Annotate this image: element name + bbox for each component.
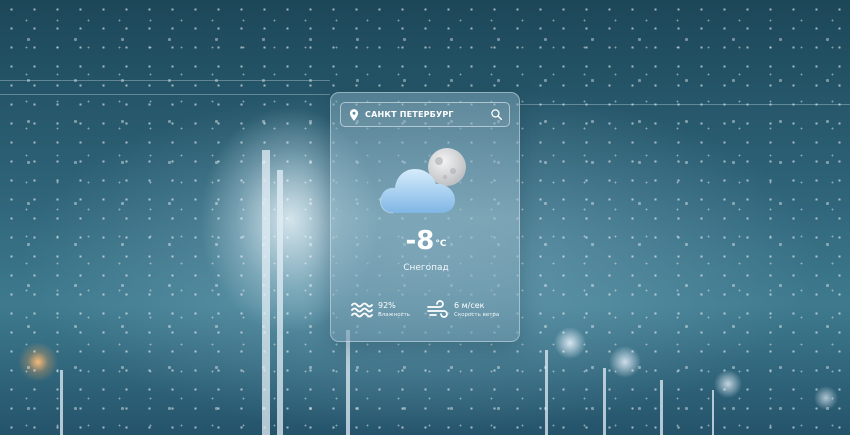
weather-condition: Снегопад (403, 263, 449, 273)
humidity-stat: 92% Влажность (351, 300, 410, 320)
wind-stat: 6 м/сек Скорость ветра (427, 300, 499, 320)
temperature: -8°C (331, 226, 521, 256)
temperature-unit: °C (435, 239, 447, 249)
wind-speed-value: 6 м/сек (454, 301, 485, 310)
city-name[interactable]: САНКТ ПЕТЕРБУРГ (365, 110, 490, 119)
cloud-with-moon-icon (380, 148, 466, 214)
temperature-value: -8 (405, 226, 435, 256)
location-pin-icon (349, 108, 359, 121)
weather-card: САНКТ ПЕТЕРБУРГ -8°C Снегопад 92% Влажно… (330, 92, 520, 342)
humidity-label: Влажность (378, 312, 411, 318)
waves-icon (351, 302, 373, 318)
search-icon[interactable] (490, 108, 503, 121)
wind-icon (427, 300, 448, 318)
wind-speed-label: Скорость ветра (454, 312, 500, 318)
humidity-value: 92% (378, 301, 396, 310)
location-search-field[interactable]: САНКТ ПЕТЕРБУРГ (340, 102, 510, 127)
